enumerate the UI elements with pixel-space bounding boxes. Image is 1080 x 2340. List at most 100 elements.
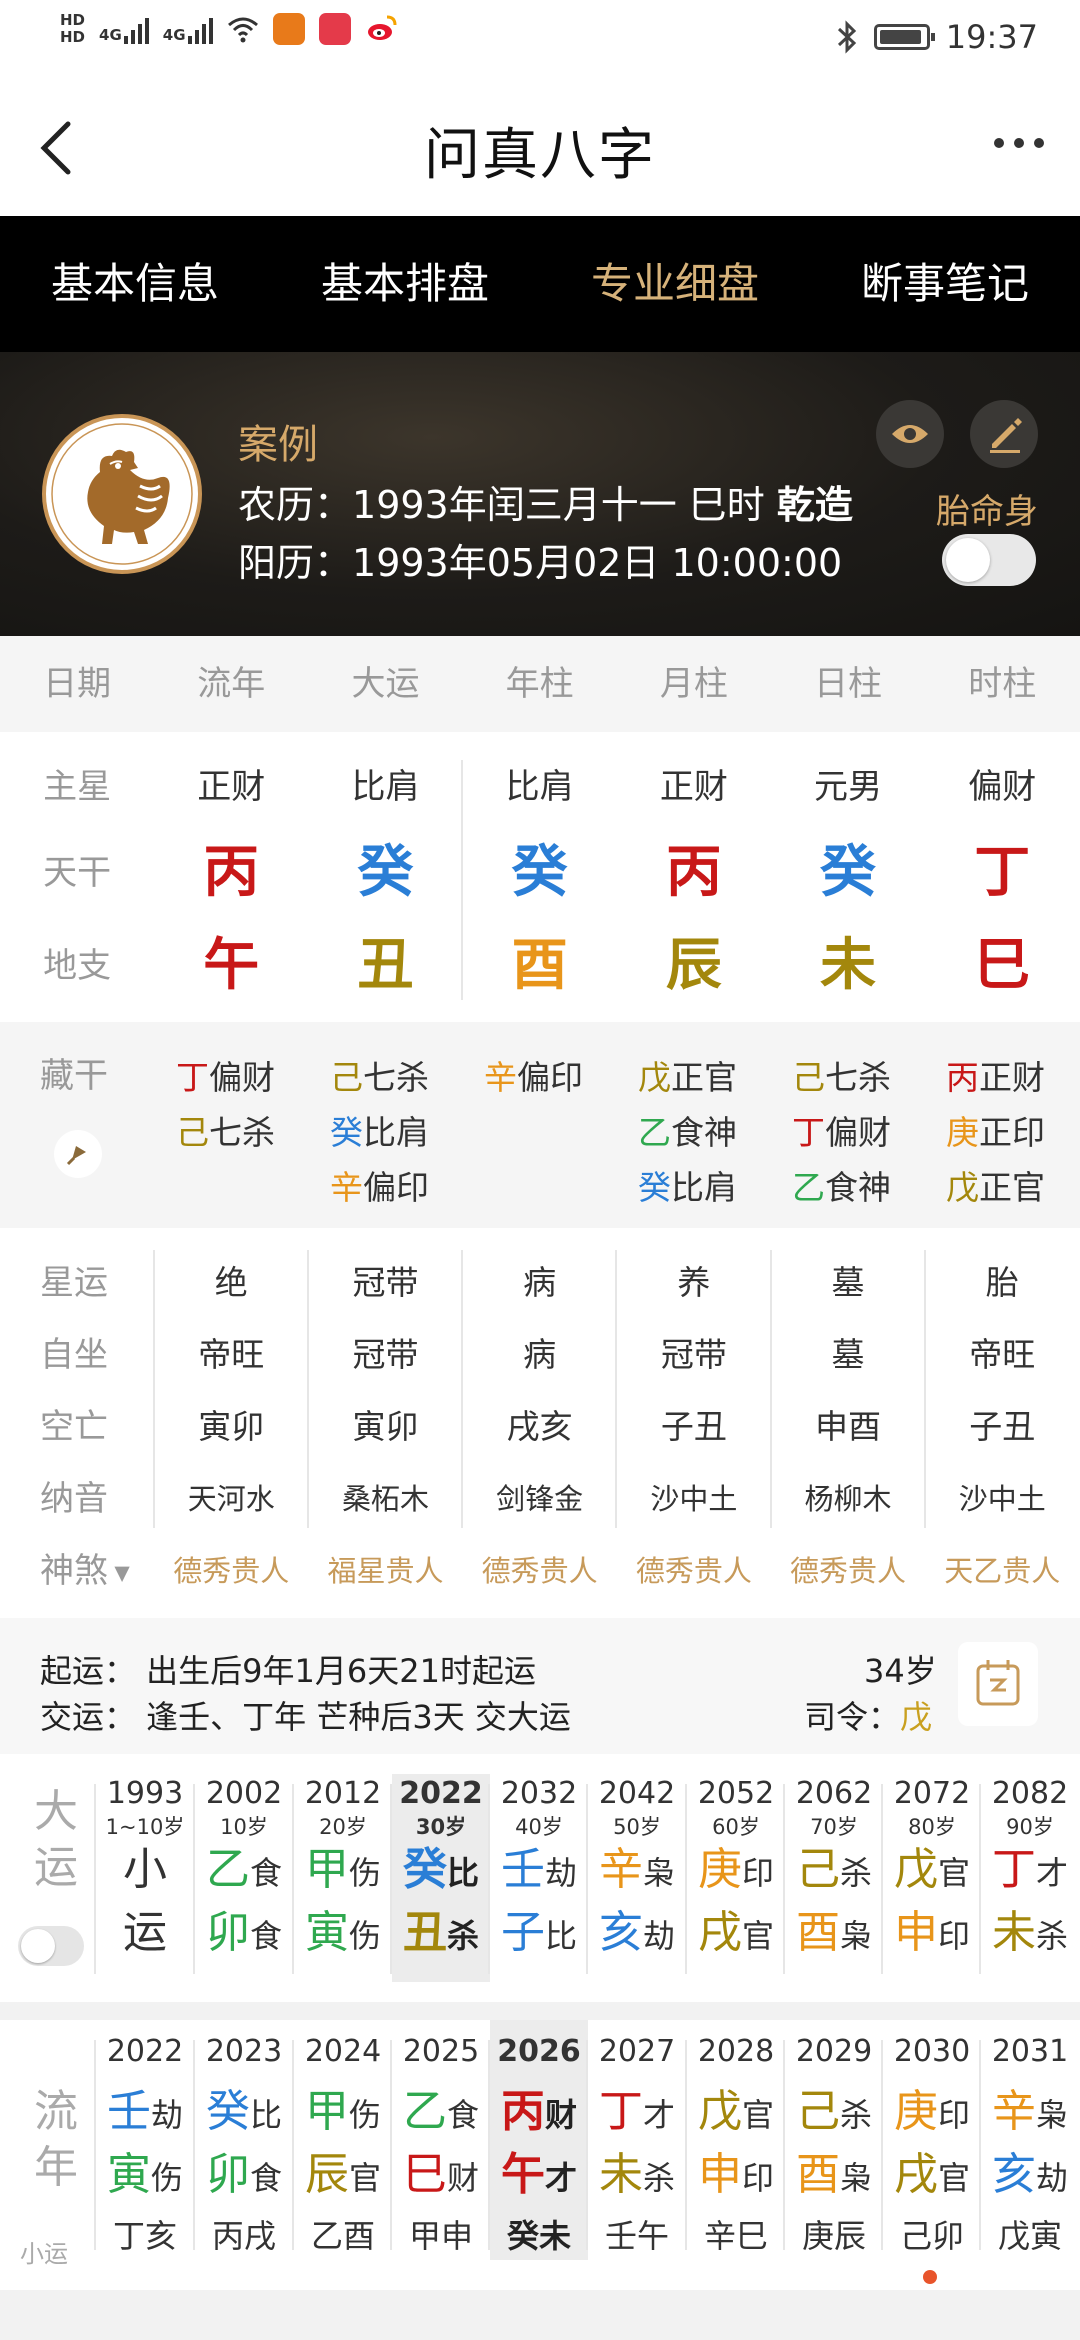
dayun-age: 60岁: [712, 1815, 760, 1839]
solar-date: 阳历：1993年05月02日 10:00:00: [238, 532, 842, 587]
zhuxing-cell: 正财: [659, 767, 728, 807]
dayun-zhi-char: 亥: [598, 1907, 643, 1958]
dayun-gan-shishen: 劫: [544, 1854, 577, 1892]
dayun-zhi: 卯食: [195, 1903, 293, 1966]
canggan-item: 癸比肩: [638, 1160, 792, 1215]
taiming-toggle[interactable]: [942, 534, 1036, 586]
liunian-column[interactable]: 2023 癸比 卯食 丙戌: [195, 2020, 293, 2260]
pin-icon: [66, 1146, 86, 1166]
dayun-column[interactable]: 2082 90岁 丁才 未杀: [981, 1774, 1079, 1982]
liunian-column[interactable]: 2031 辛枭 亥劫 戊寅: [981, 2020, 1079, 2260]
nayin-cell: 沙中土: [650, 1482, 738, 1516]
shensha-cell[interactable]: 德秀贵人: [463, 1546, 617, 1596]
siling-label: 司令：: [804, 1698, 901, 1736]
canggan-label: 藏干: [40, 1056, 108, 1096]
liunian-year: 2027: [598, 2034, 676, 2069]
dayun-gan-shishen: 印: [741, 1854, 774, 1892]
dayun-column[interactable]: 1993 1~10岁小运: [96, 1774, 194, 1982]
dayun-gan-shishen: 枭: [642, 1854, 675, 1892]
more-icon[interactable]: [994, 138, 1044, 148]
dizhi-cell: 辰: [665, 933, 722, 998]
liunian-zhi: 戌官: [883, 2143, 981, 2210]
canggan-item: 辛偏印: [484, 1050, 638, 1105]
liunian-gan-char: 庚: [893, 2086, 938, 2137]
nav-tabs: 基本信息 基本排盘 专业细盘 断事笔记: [0, 216, 1080, 352]
liunian-column[interactable]: 2025 乙食 巳财 甲申: [392, 2020, 490, 2260]
liunian-column[interactable]: 2029 己杀 酉枭 庚辰: [785, 2020, 883, 2260]
dayun-gan: 小: [96, 1840, 194, 1903]
tiangan-cell: 丙: [665, 840, 722, 905]
liunian-zhi: 午才: [490, 2143, 588, 2210]
shensha-cell[interactable]: 天乙贵人: [925, 1546, 1079, 1596]
liunian-column[interactable]: 2022 壬劫 寅伤 丁亥: [96, 2020, 194, 2260]
canggan-column: 丁偏财 己七杀: [176, 1050, 330, 1160]
tab-pro-chart[interactable]: 专业细盘: [540, 216, 810, 352]
dayun-column[interactable]: 2042 50岁 辛枭 亥劫: [588, 1774, 686, 1982]
liunian-column[interactable]: 2028 戊官 申印 辛巳: [687, 2020, 785, 2260]
dayun-column[interactable]: 2032 40岁 壬劫 子比: [490, 1774, 588, 1982]
liunian-zhi-char: 寅: [106, 2149, 151, 2200]
canggan-shishen: 食神: [825, 1168, 891, 1207]
shensha-cell[interactable]: 福星贵人: [308, 1546, 462, 1596]
dayun-year: 2012: [304, 1776, 382, 1811]
dayun-year: 2052: [697, 1776, 775, 1811]
dayun-column[interactable]: 2002 10岁 乙食 卯食: [195, 1774, 293, 1982]
dayun-column[interactable]: 2062 70岁 己杀 酉枭: [785, 1774, 883, 1982]
edit-button[interactable]: [970, 400, 1038, 468]
liunian-zhi: 酉枭: [785, 2143, 883, 2210]
dayun-gan-shishen: 比: [446, 1854, 479, 1892]
title-bar: 问真八字: [0, 80, 1080, 216]
liunian-gan-char: 甲: [304, 2086, 349, 2137]
liunian-label-top: 流: [34, 2086, 78, 2137]
nayin-cell: 桑柘木: [341, 1482, 429, 1516]
liunian-column[interactable]: 2026 丙财 午才 癸未: [490, 2020, 588, 2260]
dayun-zhi: 亥劫: [588, 1903, 686, 1966]
shensha-cell[interactable]: 德秀贵人: [771, 1546, 925, 1596]
view-button[interactable]: [876, 400, 944, 468]
dayun-column[interactable]: 2012 20岁 甲伤 寅伤: [294, 1774, 392, 1982]
canggan-shishen: 正财: [979, 1058, 1045, 1097]
kongwang-cell: 戌亥: [506, 1407, 573, 1446]
liunian-gan-char: 己: [795, 2086, 840, 2137]
net2-label: 4G: [162, 26, 186, 44]
dayun-toggle[interactable]: [18, 1926, 84, 1966]
dizhi-cell: 巳: [974, 933, 1031, 998]
shensha-cell[interactable]: 德秀贵人: [617, 1546, 771, 1596]
dayun-column[interactable]: 2052 60岁 庚印 戌官: [687, 1774, 785, 1982]
dayun-gan-shishen: 食: [249, 1854, 282, 1892]
liunian-column[interactable]: 2030 庚印 戌官 己卯: [883, 2020, 981, 2260]
canggan-gan: 己: [176, 1113, 209, 1152]
xiaoyun-value: 辛巳: [703, 2217, 768, 2255]
liunian-gan-char: 丁: [598, 2086, 643, 2137]
shensha-cell[interactable]: 德秀贵人: [154, 1546, 308, 1596]
canggan-shishen: 偏印: [517, 1058, 583, 1097]
xiaoyun-value: 乙酉: [310, 2217, 375, 2255]
dayun-column[interactable]: 2022 30岁 癸比 丑杀: [392, 1774, 490, 1982]
today-calendar-button[interactable]: [958, 1642, 1038, 1726]
tab-notes[interactable]: 断事笔记: [810, 216, 1080, 352]
liunian-zhi: 巳财: [392, 2143, 490, 2210]
dayun-zhi-shishen: 杀: [1035, 1917, 1068, 1955]
tab-basic-chart[interactable]: 基本排盘: [270, 216, 540, 352]
liunian-zhi-char: 辰: [304, 2149, 349, 2200]
dayun-gan-char: 乙: [205, 1844, 250, 1895]
dayun-gan: 癸比: [392, 1840, 490, 1903]
liunian-label-bottom: 年: [34, 2142, 78, 2193]
shensha-dropdown[interactable]: 神煞 ▼: [0, 1546, 154, 1596]
tab-basic-info[interactable]: 基本信息: [0, 216, 270, 352]
signal-2-icon: 4G: [163, 14, 213, 44]
zizuo-cell: 冠带: [660, 1335, 727, 1374]
liunian-zhi-shishen: 食: [249, 2159, 282, 2197]
liunian-gan-shishen: 官: [741, 2096, 774, 2134]
pin-button[interactable]: [54, 1130, 102, 1178]
liunian-zhi-shishen: 杀: [642, 2159, 675, 2197]
liunian-column[interactable]: 2024 甲伤 辰官 乙酉: [294, 2020, 392, 2260]
canggan-gan: 己: [330, 1058, 363, 1097]
liunian-gan-shishen: 印: [937, 2096, 970, 2134]
liunian-column[interactable]: 2027 丁才 未杀 壬午: [588, 2020, 686, 2260]
dayun-year: 2042: [598, 1776, 676, 1811]
dayun-gan-char: 小: [123, 1844, 167, 1895]
dayun-zhi-char: 未: [991, 1907, 1036, 1958]
dayun-column[interactable]: 2072 80岁 戊官 申印: [883, 1774, 981, 1982]
xiaoyun-label: 小运: [20, 2240, 68, 2268]
